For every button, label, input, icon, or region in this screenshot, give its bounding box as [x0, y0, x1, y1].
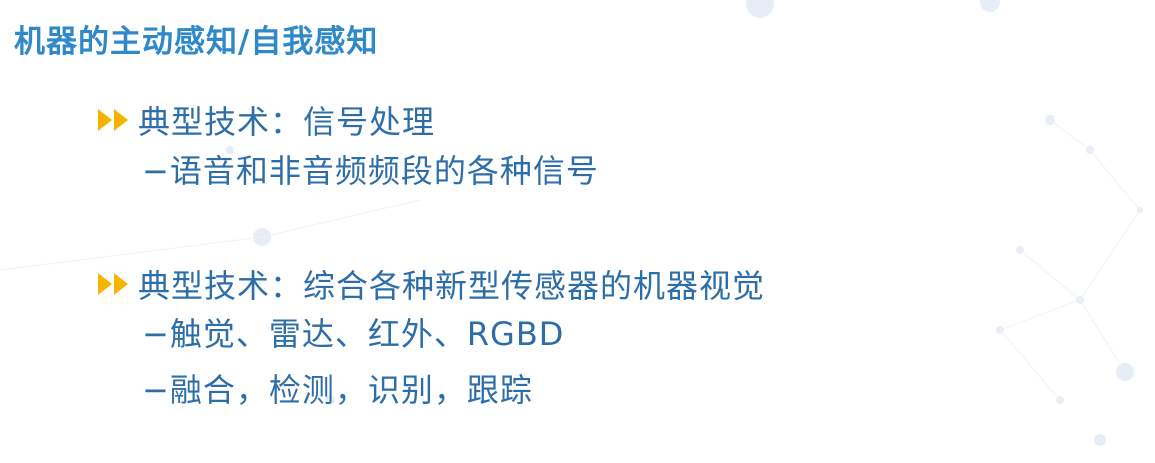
double-arrow-bullet-icon — [98, 109, 128, 131]
section-heading: 典型技术：综合各种新型传感器的机器视觉 — [138, 267, 766, 305]
section-heading-row: 典型技术：信号处理 — [96, 98, 599, 142]
section-item: −触觉、雷达、红外、RGBD — [142, 315, 565, 353]
section-heading: 典型技术：信号处理 — [138, 103, 436, 141]
double-arrow-bullet-icon — [98, 273, 128, 295]
section-heading-row: 典型技术：综合各种新型传感器的机器视觉 — [96, 262, 765, 306]
slide-title: 机器的主动感知/自我感知 — [14, 24, 379, 60]
section-signal-processing: 典型技术：信号处理 −语音和非音频频段的各种信号 — [96, 98, 599, 200]
section-item: −语音和非音频频段的各种信号 — [142, 152, 599, 190]
section-item: −融合，检测，识别，跟踪 — [142, 371, 533, 409]
section-machine-vision: 典型技术：综合各种新型传感器的机器视觉 −触觉、雷达、红外、RGBD −融合，检… — [96, 262, 765, 418]
